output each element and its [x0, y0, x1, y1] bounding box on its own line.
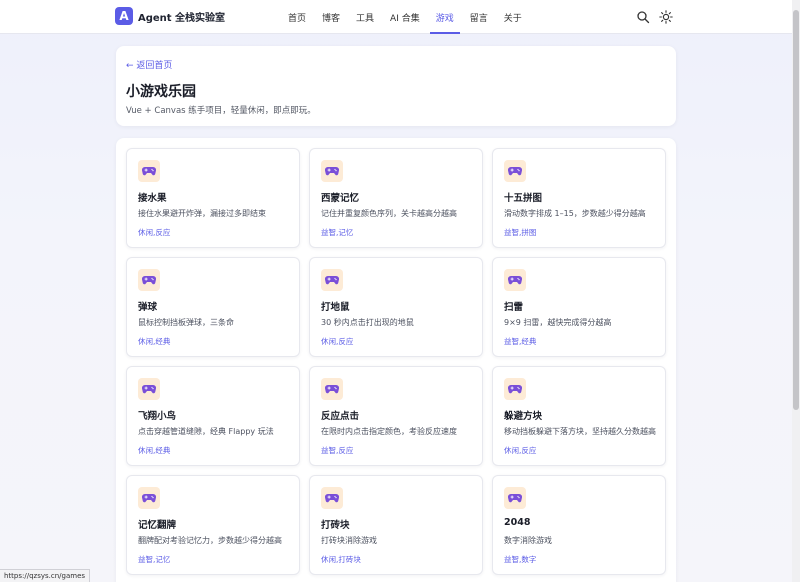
game-title: 2048 — [504, 517, 531, 528]
game-card[interactable]: 西蒙记忆记住并重复颜色序列，关卡越高分越高 益智,记忆 — [309, 148, 483, 248]
gamepad-icon — [504, 487, 526, 509]
game-title: 十五拼图 — [504, 193, 543, 204]
game-tags: 休闲,经典 — [138, 446, 171, 455]
link-status-bar: https://qzsys.cn/games — [0, 569, 91, 582]
game-tags: 益智,拼图 — [504, 228, 537, 237]
game-card[interactable]: 躲避方块移动挡板躲避下落方块，坚持越久分数越高 休闲,反应 — [492, 366, 666, 466]
game-description: 点击穿越管道缝隙，经典 Flappy 玩法 — [138, 427, 274, 436]
game-card[interactable]: 十五拼图滑动数字排成 1–15，步数越少得分越高 益智,拼图 — [492, 148, 666, 248]
game-description: 接住水果避开炸弹，漏接过多即结束 — [138, 209, 266, 218]
game-title: 打砖块 — [321, 520, 350, 531]
game-card[interactable]: 记忆翻牌翻牌配对考验记忆力，步数越少得分越高 益智,记忆 — [126, 475, 300, 575]
game-description: 数字消除游戏 — [504, 536, 552, 545]
gamepad-icon — [504, 378, 526, 400]
games-grid: 接水果 接住水果避开炸弹，漏接过多即结束 休闲,反应 西蒙记忆 记住并重复颜色序列，关卡… — [126, 148, 666, 575]
sun-icon[interactable] — [659, 10, 673, 24]
nav-ai-collection[interactable]: AI 合集 — [382, 0, 428, 34]
back-home-link[interactable]: ← 返回首页 — [126, 58, 172, 71]
game-description: 9×9 扫雷，越快完成得分越高 — [504, 318, 612, 327]
game-card[interactable]: 飞翔小鸟点击穿越管道缝隙，经典 Flappy 玩法 休闲,经典 — [126, 366, 300, 466]
brand-name[interactable]: Agent 全栈实验室 — [138, 9, 225, 24]
game-title: 扫雷 — [504, 302, 524, 313]
page-scrollbar[interactable] — [792, 0, 800, 582]
game-tags: 休闲,反应 — [321, 337, 354, 346]
game-title: 躲避方块 — [504, 411, 543, 422]
gamepad-icon — [321, 269, 343, 291]
game-title: 反应点击 — [321, 411, 360, 422]
gamepad-icon — [138, 160, 160, 182]
game-card[interactable]: 接水果接住水果避开炸弹，漏接过多即结束 休闲,反应 — [126, 148, 300, 248]
game-card[interactable]: 打地鼠 30 秒内点击打出现的地鼠 休闲,反应 — [309, 257, 483, 357]
gamepad-icon — [321, 487, 343, 509]
gamepad-icon — [138, 487, 160, 509]
game-tags: 休闲,打砖块 — [321, 555, 361, 564]
gamepad-icon — [138, 378, 160, 400]
game-description: 翻牌配对考验记忆力，步数越少得分越高 — [138, 536, 282, 545]
nav-home[interactable]: 首页 — [280, 0, 314, 34]
top-header: A Agent 全栈实验室 首页 博客 工具 AI 合集 游戏 留言 关于 — [0, 0, 792, 34]
game-card[interactable]: 弹球鼠标控制挡板弹球，三条命 休闲,经典 — [126, 257, 300, 357]
site-logo[interactable]: A — [115, 7, 133, 25]
game-description: 移动挡板躲避下落方块，坚持越久分数越高 — [504, 427, 656, 436]
nav-about[interactable]: 关于 — [496, 0, 530, 34]
page-title: 小游戏乐园 — [126, 84, 196, 100]
game-title: 西蒙记忆 — [321, 193, 360, 204]
gamepad-icon — [504, 160, 526, 182]
nav-tools[interactable]: 工具 — [348, 0, 382, 34]
nav-games[interactable]: 游戏 — [428, 0, 462, 34]
page-subtitle: Vue + Canvas 练手项目，轻量休闲，即点即玩。 — [126, 106, 316, 116]
game-title: 接水果 — [138, 193, 167, 204]
game-description: 打砖块消除游戏 — [321, 536, 377, 545]
game-title: 飞翔小鸟 — [138, 411, 177, 422]
game-description: 记住并重复颜色序列，关卡越高分越高 — [321, 209, 457, 218]
scrollbar-thumb[interactable] — [793, 10, 799, 410]
game-title: 记忆翻牌 — [138, 520, 177, 531]
nav-messages[interactable]: 留言 — [462, 0, 496, 34]
game-description: 在限时内点击指定颜色，考验反应速度 — [321, 427, 457, 436]
game-card[interactable]: 打砖块打砖块消除游戏 休闲,打砖块 — [309, 475, 483, 575]
main-nav: 首页 博客 工具 AI 合集 游戏 留言 关于 — [280, 0, 530, 34]
game-tags: 益智,反应 — [321, 446, 354, 455]
search-icon[interactable] — [636, 10, 650, 24]
game-tags: 休闲,反应 — [138, 228, 171, 237]
gamepad-icon — [504, 269, 526, 291]
game-tags: 益智,数字 — [504, 555, 537, 564]
gamepad-icon — [138, 269, 160, 291]
game-tags: 益智,经典 — [504, 337, 537, 346]
nav-blog[interactable]: 博客 — [314, 0, 348, 34]
game-card[interactable]: 2048 数字消除游戏 益智,数字 — [492, 475, 666, 575]
game-tags: 休闲,反应 — [504, 446, 537, 455]
gamepad-icon — [321, 160, 343, 182]
page-hero: ← 返回首页 小游戏乐园 Vue + Canvas 练手项目，轻量休闲，即点即玩… — [116, 46, 676, 126]
gamepad-icon — [321, 378, 343, 400]
game-tags: 益智,记忆 — [138, 555, 171, 564]
game-description: 鼠标控制挡板弹球，三条命 — [138, 318, 234, 327]
game-card[interactable]: 反应点击在限时内点击指定颜色，考验反应速度 益智,反应 — [309, 366, 483, 466]
game-card[interactable]: 扫雷 9×9 扫雷，越快完成得分越高 益智,经典 — [492, 257, 666, 357]
games-panel: 接水果 接住水果避开炸弹，漏接过多即结束 休闲,反应 西蒙记忆 记住并重复颜色序列，关卡… — [116, 138, 676, 582]
game-tags: 益智,记忆 — [321, 228, 354, 237]
logo-letter: A — [119, 9, 129, 23]
game-title: 弹球 — [138, 302, 158, 313]
game-tags: 休闲,经典 — [138, 337, 171, 346]
game-description: 30 秒内点击打出现的地鼠 — [321, 318, 414, 327]
game-description: 滑动数字排成 1–15，步数越少得分越高 — [504, 209, 646, 218]
game-title: 打地鼠 — [321, 302, 350, 313]
